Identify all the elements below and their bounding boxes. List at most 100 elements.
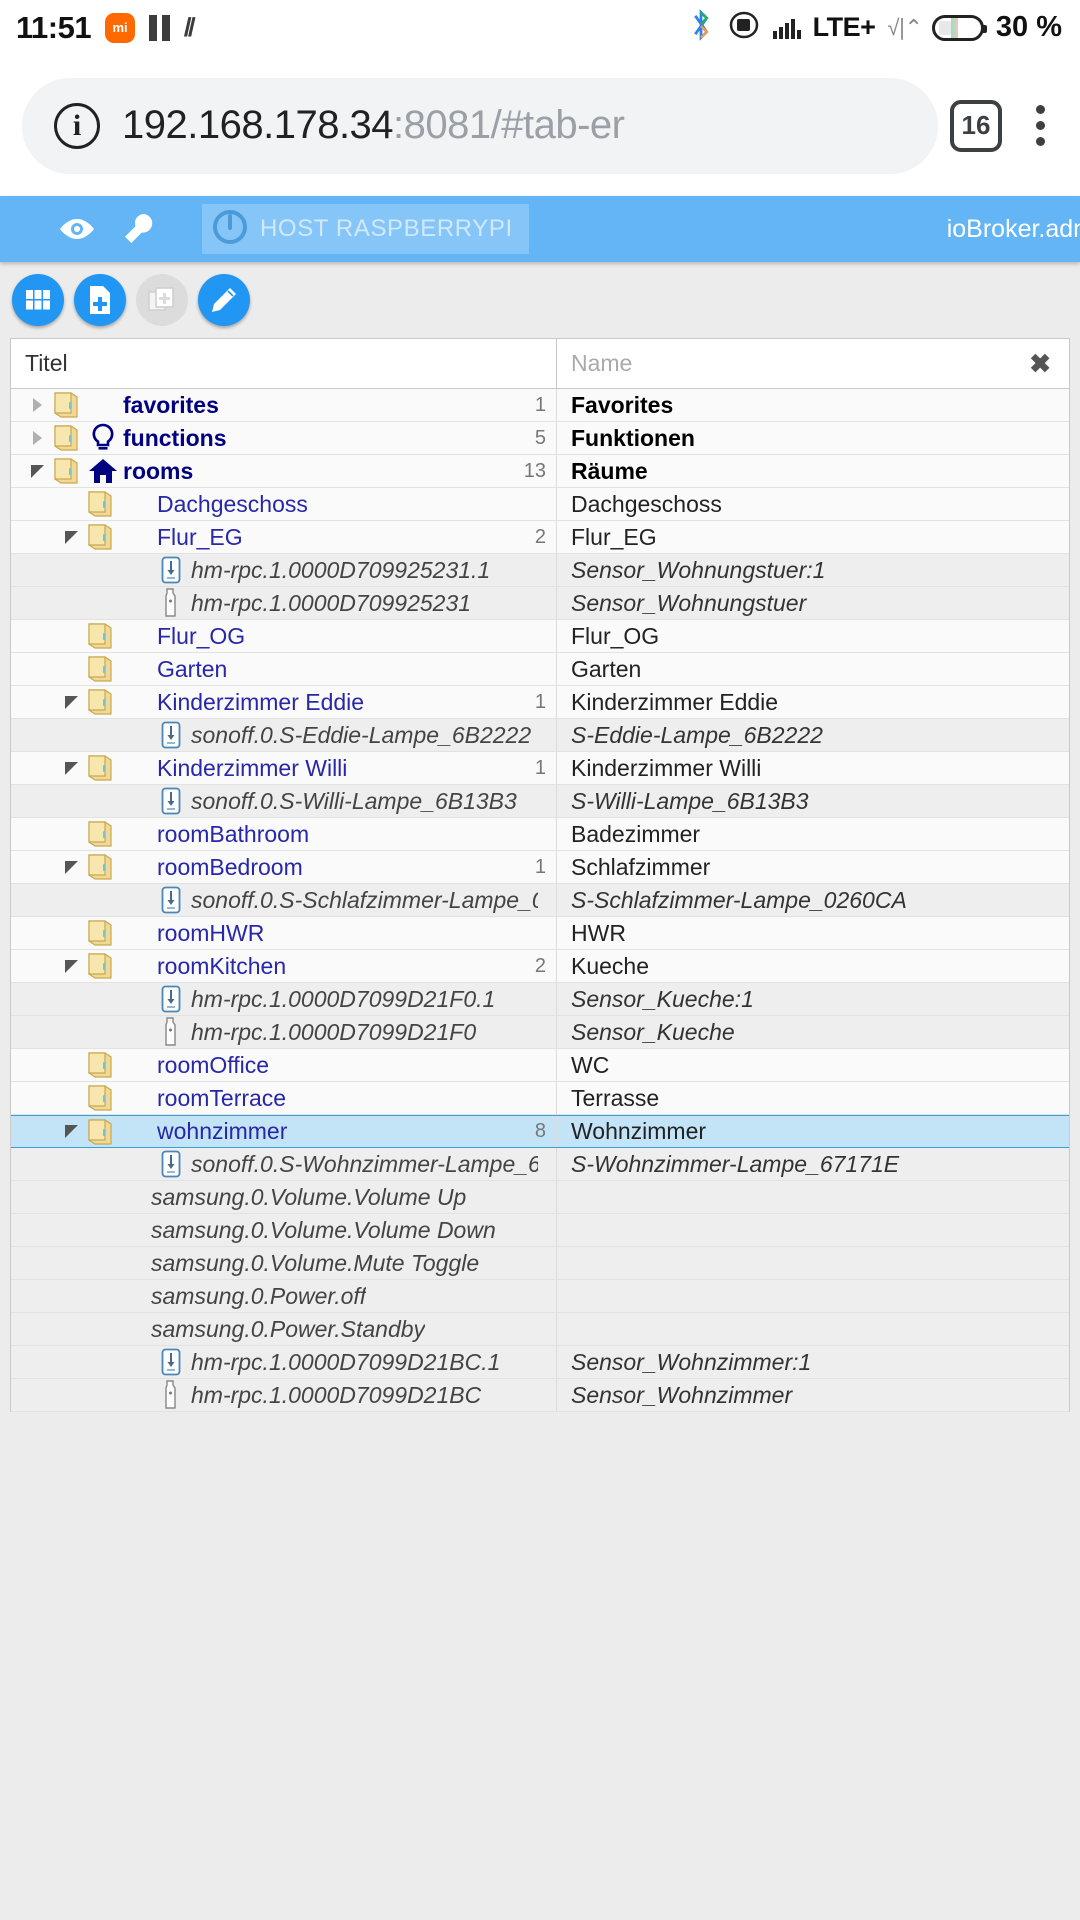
table-row[interactable]: Dachgeschoss Dachgeschoss <box>11 488 1069 521</box>
table-row[interactable]: rooms 13 Räume <box>11 455 1069 488</box>
row-name-cell[interactable]: S-Wohnzimmer-Lampe_67171E <box>557 1148 1069 1180</box>
table-row[interactable]: samsung.0.Volume.Volume Up <box>11 1181 1069 1214</box>
table-row[interactable]: Garten Garten <box>11 653 1069 686</box>
table-row[interactable]: samsung.0.Volume.Volume Down <box>11 1214 1069 1247</box>
table-row[interactable]: roomKitchen 2 Kueche <box>11 950 1069 983</box>
row-title-cell[interactable]: roomOffice <box>11 1049 557 1081</box>
new-object-button[interactable] <box>74 274 126 326</box>
collapse-arrow-icon[interactable] <box>59 530 83 544</box>
table-row[interactable]: Flur_EG 2 Flur_EG <box>11 521 1069 554</box>
row-name-cell[interactable]: Sensor_Wohnzimmer:1 <box>557 1346 1069 1378</box>
row-name-cell[interactable]: S-Willi-Lampe_6B13B3 <box>557 785 1069 817</box>
table-row-selected[interactable]: wohnzimmer 8 Wohnzimmer <box>11 1115 1069 1148</box>
tab-switcher-button[interactable]: 16 <box>950 99 1002 152</box>
row-title-cell[interactable]: hm-rpc.1.0000D7099D21F0.1 <box>11 983 557 1015</box>
edit-object-button[interactable] <box>198 274 250 326</box>
row-name-cell[interactable]: Favorites <box>557 389 1069 421</box>
collapse-arrow-icon[interactable] <box>59 695 83 709</box>
row-title-cell[interactable]: samsung.0.Volume.Volume Down <box>11 1214 557 1246</box>
table-row[interactable]: hm-rpc.1.0000D7099D21BC Sensor_Wohnzimmer <box>11 1379 1069 1412</box>
table-row[interactable]: Kinderzimmer Eddie 1 Kinderzimmer Eddie <box>11 686 1069 719</box>
row-name-cell[interactable]: S-Schlafzimmer-Lampe_0260CA <box>557 884 1069 916</box>
collapse-arrow-icon[interactable] <box>59 959 83 973</box>
collapse-arrow-icon[interactable] <box>25 464 49 478</box>
row-title-cell[interactable]: Flur_EG 2 <box>11 521 557 553</box>
row-name-cell[interactable] <box>557 1214 1069 1246</box>
row-name-cell[interactable]: Kinderzimmer Willi <box>557 752 1069 784</box>
expand-arrow-icon[interactable] <box>25 431 49 445</box>
row-title-cell[interactable]: hm-rpc.1.0000D7099D21F0 <box>11 1016 557 1048</box>
row-title-cell[interactable]: hm-rpc.1.0000D709925231 <box>11 587 557 619</box>
row-name-cell[interactable]: Schlafzimmer <box>557 851 1069 883</box>
row-title-cell[interactable]: hm-rpc.1.0000D7099D21BC <box>11 1379 557 1411</box>
row-name-cell[interactable]: Funktionen <box>557 422 1069 454</box>
table-row[interactable]: roomOffice WC <box>11 1049 1069 1082</box>
row-name-cell[interactable] <box>557 1280 1069 1312</box>
table-row[interactable]: hm-rpc.1.0000D709925231.1 Sensor_Wohnungs… <box>11 554 1069 587</box>
row-title-cell[interactable]: Kinderzimmer Eddie 1 <box>11 686 557 718</box>
table-row[interactable]: Kinderzimmer Willi 1 Kinderzimmer Willi <box>11 752 1069 785</box>
table-row[interactable]: sonoff.0.S-Eddie-Lampe_6B2222 S-Eddie-Lam… <box>11 719 1069 752</box>
row-name-cell[interactable]: Badezimmer <box>557 818 1069 850</box>
row-name-cell[interactable]: Wohnzimmer <box>557 1116 1069 1147</box>
row-title-cell[interactable]: Kinderzimmer Willi 1 <box>11 752 557 784</box>
host-selector-button[interactable]: HOST RASPBERRYPI <box>202 204 529 254</box>
table-row[interactable]: sonoff.0.S-Wohnzimmer-Lampe_67171E S-Wohn… <box>11 1148 1069 1181</box>
row-name-cell[interactable]: Sensor_Kueche:1 <box>557 983 1069 1015</box>
row-title-cell[interactable]: samsung.0.Volume.Volume Up <box>11 1181 557 1213</box>
address-bar[interactable]: i 192.168.178.34:8081/#tab-er <box>22 77 938 174</box>
row-name-cell[interactable]: S-Eddie-Lampe_6B2222 <box>557 719 1069 751</box>
table-row[interactable]: sonoff.0.S-Schlafzimmer-Lampe_0260CA S-Sc… <box>11 884 1069 917</box>
table-row[interactable]: samsung.0.Volume.Mute Toggle <box>11 1247 1069 1280</box>
row-title-cell[interactable]: Garten <box>11 653 557 685</box>
eye-icon[interactable] <box>46 216 108 242</box>
row-name-cell[interactable]: WC <box>557 1049 1069 1081</box>
row-title-cell[interactable]: samsung.0.Power.off <box>11 1280 557 1312</box>
row-name-cell[interactable]: Kueche <box>557 950 1069 982</box>
row-name-cell[interactable]: HWR <box>557 917 1069 949</box>
table-row[interactable]: roomBedroom 1 Schlafzimmer <box>11 851 1069 884</box>
row-title-cell[interactable]: functions 5 <box>11 422 557 454</box>
site-info-icon[interactable]: i <box>54 102 100 149</box>
row-name-cell[interactable]: Terrasse <box>557 1082 1069 1114</box>
row-title-cell[interactable]: samsung.0.Power.Standby <box>11 1313 557 1345</box>
row-name-cell[interactable]: Räume <box>557 455 1069 487</box>
row-name-cell[interactable] <box>557 1313 1069 1345</box>
collapse-arrow-icon[interactable] <box>59 1125 83 1138</box>
row-title-cell[interactable]: sonoff.0.S-Eddie-Lampe_6B2222 <box>11 719 557 751</box>
row-name-cell[interactable]: Sensor_Kueche <box>557 1016 1069 1048</box>
table-row[interactable]: roomHWR HWR <box>11 917 1069 950</box>
table-row[interactable]: hm-rpc.1.0000D7099D21F0.1 Sensor_Kueche:1 <box>11 983 1069 1016</box>
row-title-cell[interactable]: hm-rpc.1.0000D7099D21BC.1 <box>11 1346 557 1378</box>
clear-filter-icon[interactable]: ✖ <box>1029 348 1051 379</box>
row-title-cell[interactable]: roomHWR <box>11 917 557 949</box>
url-text[interactable]: 192.168.178.34:8081/#tab-er <box>122 103 625 148</box>
row-name-cell[interactable]: Sensor_Wohnungstuer <box>557 587 1069 619</box>
wrench-icon[interactable] <box>108 212 170 246</box>
row-title-cell[interactable]: wohnzimmer 8 <box>11 1116 557 1147</box>
row-name-cell[interactable]: Dachgeschoss <box>557 488 1069 520</box>
title-filter-input[interactable]: Titel <box>11 339 557 388</box>
row-name-cell[interactable]: Flur_OG <box>557 620 1069 652</box>
table-row[interactable]: hm-rpc.1.0000D709925231 Sensor_Wohnungstu… <box>11 587 1069 620</box>
grid-view-button[interactable] <box>12 274 64 326</box>
row-title-cell[interactable]: samsung.0.Volume.Mute Toggle <box>11 1247 557 1279</box>
row-title-cell[interactable]: sonoff.0.S-Schlafzimmer-Lampe_0260CA <box>11 884 557 916</box>
table-row[interactable]: hm-rpc.1.0000D7099D21F0 Sensor_Kueche <box>11 1016 1069 1049</box>
collapse-arrow-icon[interactable] <box>59 860 83 874</box>
row-title-cell[interactable]: hm-rpc.1.0000D709925231.1 <box>11 554 557 586</box>
row-name-cell[interactable] <box>557 1181 1069 1213</box>
table-row[interactable]: Flur_OG Flur_OG <box>11 620 1069 653</box>
name-filter-input[interactable]: Name ✖ <box>557 339 1069 388</box>
expand-arrow-icon[interactable] <box>25 398 49 412</box>
table-row[interactable]: roomBathroom Badezimmer <box>11 818 1069 851</box>
table-row[interactable]: samsung.0.Power.Standby <box>11 1313 1069 1346</box>
table-row[interactable]: samsung.0.Power.off <box>11 1280 1069 1313</box>
row-name-cell[interactable]: Sensor_Wohnungstuer:1 <box>557 554 1069 586</box>
row-title-cell[interactable]: Dachgeschoss <box>11 488 557 520</box>
row-title-cell[interactable]: sonoff.0.S-Wohnzimmer-Lampe_67171E <box>11 1148 557 1180</box>
row-title-cell[interactable]: roomTerrace <box>11 1082 557 1114</box>
collapse-arrow-icon[interactable] <box>59 761 83 775</box>
row-name-cell[interactable]: Flur_EG <box>557 521 1069 553</box>
row-title-cell[interactable]: Flur_OG <box>11 620 557 652</box>
